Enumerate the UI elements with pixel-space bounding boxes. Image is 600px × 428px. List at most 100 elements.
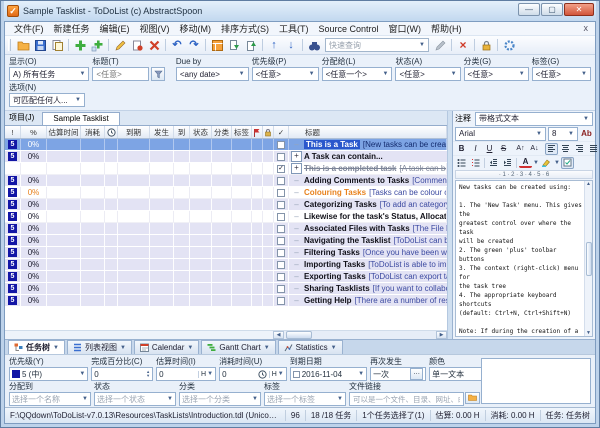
new-subtask-button[interactable] <box>89 38 105 53</box>
task-checkbox[interactable] <box>277 201 285 209</box>
redo-button[interactable]: ↷ <box>186 38 202 53</box>
file-browse-button[interactable] <box>465 392 480 404</box>
tab-gantt-chart[interactable]: Gantt Chart▼ <box>201 340 275 354</box>
due-date-picker[interactable]: 2016-11-04▼ <box>290 367 367 381</box>
move-up-button[interactable]: ↑ <box>266 38 282 53</box>
task-row[interactable]: 5 0% <box>5 247 447 259</box>
font-color-button[interactable]: A <box>519 157 532 168</box>
tree-expand-toggle[interactable] <box>289 272 304 281</box>
insert-checkbox-button[interactable] <box>561 157 574 169</box>
align-center-button[interactable] <box>559 143 572 155</box>
recurrence-browse-button[interactable]: … <box>410 368 423 380</box>
column-percent[interactable]: % <box>21 126 47 138</box>
task-checkbox[interactable] <box>277 249 285 257</box>
tree-expand-toggle[interactable] <box>289 212 304 221</box>
spinner-arrows[interactable]: ▲▼ <box>146 370 150 378</box>
task-row[interactable]: 5 0% <box>5 271 447 283</box>
title-filter-options-button[interactable] <box>151 67 165 81</box>
edit-task-button[interactable] <box>112 38 128 53</box>
filter-show-combo[interactable]: A) 所有任务▼ <box>9 67 89 81</box>
scrollbar-thumb[interactable] <box>586 242 592 276</box>
comments-format-combo[interactable]: 带格式文本▼ <box>475 112 593 126</box>
comments-scrollbar[interactable]: ▲ ▼ <box>584 181 592 336</box>
open-button[interactable] <box>15 38 31 53</box>
column-checkbox[interactable]: ✓ <box>274 126 289 138</box>
spent-field[interactable]: 0H▼ <box>219 367 287 381</box>
menu-item[interactable]: 新建任务 <box>49 22 95 35</box>
preferences-button[interactable] <box>501 38 517 53</box>
task-row[interactable]: 5 0% <box>5 211 447 223</box>
column-due[interactable]: 到期 <box>118 126 150 138</box>
scrollbar-thumb[interactable] <box>286 331 312 339</box>
filter-status-combo[interactable]: <任意>▼ <box>395 67 460 81</box>
tree-expand-toggle[interactable] <box>289 200 304 209</box>
assign-combo[interactable]: 选择一个名称▼ <box>9 392 91 406</box>
task-row[interactable]: 5 0% <box>5 199 447 211</box>
column-category[interactable]: 分类 <box>212 126 232 138</box>
chevron-down-icon[interactable]: ▼ <box>533 160 539 166</box>
titlebar[interactable]: ✓ Sample Tasklist - ToDoList (c) Abstrac… <box>4 1 596 21</box>
tree-expand-toggle[interactable] <box>289 140 304 149</box>
save-button[interactable] <box>32 38 48 53</box>
column-estimate[interactable]: 估算时间 <box>47 126 81 138</box>
align-left-button[interactable] <box>545 143 558 155</box>
find-tasks-button[interactable] <box>306 38 322 53</box>
category-combo[interactable]: 选择一个分类▼ <box>179 392 261 406</box>
paste-button[interactable] <box>49 38 65 53</box>
delete-task-button[interactable] <box>146 38 162 53</box>
task-row[interactable]: 5 0% <box>5 259 447 271</box>
task-checkbox[interactable] <box>277 225 285 233</box>
status-combo[interactable]: 选择一个状态▼ <box>94 392 176 406</box>
recurrence-field[interactable]: 一次… <box>370 367 426 381</box>
estimate-unit-combo[interactable]: H▼ <box>198 371 213 378</box>
font-size-combo[interactable]: 8▼ <box>548 127 578 141</box>
highlight-button[interactable] <box>540 157 553 169</box>
task-row[interactable]: 5 0% <box>5 139 447 151</box>
task-checkbox[interactable] <box>277 297 285 305</box>
indent-button[interactable] <box>501 157 514 169</box>
scrollbar-track[interactable] <box>284 331 436 339</box>
menu-item[interactable]: 工具(T) <box>274 22 314 35</box>
tree-expand-toggle[interactable] <box>289 260 304 269</box>
filter-options-combo[interactable]: 可匹配任何人...▼ <box>9 93 85 107</box>
tree-expand-toggle[interactable] <box>289 248 304 257</box>
priority-combo[interactable]: 5 (中)▼ <box>9 367 88 381</box>
column-lock[interactable] <box>263 126 274 138</box>
filter-priority-combo[interactable]: <任意>▼ <box>252 67 319 81</box>
menu-item[interactable]: 窗口(W) <box>384 22 427 35</box>
scroll-left-button[interactable]: ◀ <box>273 331 284 339</box>
task-checkbox[interactable] <box>277 213 285 221</box>
percent-spinner[interactable]: 0▲▼ <box>91 367 153 381</box>
underline-button[interactable]: U <box>483 143 496 155</box>
edit-comments-box[interactable] <box>481 358 591 404</box>
task-row[interactable]: 5 0% <box>5 235 447 247</box>
filter-tags-combo[interactable]: <任意>▼ <box>532 67 591 81</box>
password-lock-button[interactable] <box>478 38 494 53</box>
menu-item[interactable]: 排序方式(S) <box>216 22 274 35</box>
tags-combo[interactable]: 选择一个标签▼ <box>264 392 346 406</box>
italic-button[interactable]: I <box>469 143 482 155</box>
undo-button[interactable]: ↶ <box>169 38 185 53</box>
task-row[interactable]: 5 0% <box>5 151 447 163</box>
task-checkbox[interactable] <box>277 261 285 269</box>
task-row[interactable]: 5 0% <box>5 283 447 295</box>
outdent-button[interactable] <box>487 157 500 169</box>
align-right-button[interactable] <box>573 143 586 155</box>
tree-expand-toggle[interactable] <box>289 176 304 185</box>
menu-item[interactable]: 移动(M) <box>175 22 217 35</box>
tab-list-view[interactable]: 列表视图▼ <box>67 340 132 354</box>
column-clock[interactable] <box>105 126 118 138</box>
menu-item[interactable]: 文件(F) <box>9 22 49 35</box>
quick-find-button[interactable] <box>432 38 448 53</box>
task-row[interactable]: 5 0% <box>5 175 447 187</box>
scroll-right-button[interactable]: ▶ <box>436 331 447 339</box>
task-row[interactable]: 5 0% <box>5 223 447 235</box>
menu-item[interactable]: 帮助(H) <box>426 22 467 35</box>
tree-expand-toggle[interactable] <box>289 284 304 293</box>
column-status[interactable]: 状态 <box>190 126 212 138</box>
tab-calendar[interactable]: Calendar▼ <box>134 340 199 354</box>
collapse-all-button[interactable] <box>243 38 259 53</box>
task-row[interactable]: This is a completed task [A task can be … <box>5 163 447 175</box>
bullet-list-button[interactable] <box>455 157 468 169</box>
horizontal-scrollbar[interactable]: ◀ ▶ <box>5 330 447 339</box>
